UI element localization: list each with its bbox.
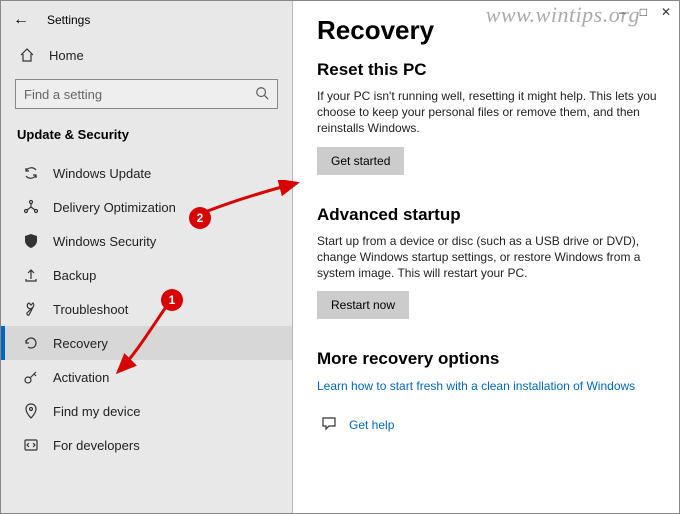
nav-label: Recovery <box>53 336 108 351</box>
reset-heading: Reset this PC <box>317 60 659 80</box>
nav-label: Windows Update <box>53 166 151 181</box>
advanced-body: Start up from a device or disc (such as … <box>317 233 659 282</box>
get-started-button[interactable]: Get started <box>317 147 404 175</box>
sidebar-item-troubleshoot[interactable]: Troubleshoot <box>1 292 292 326</box>
nav-label: Activation <box>53 370 109 385</box>
content-pane: – □ ✕ Recovery Reset this PC If your PC … <box>293 1 679 513</box>
nav-label: Windows Security <box>53 234 156 249</box>
sidebar-item-recovery[interactable]: Recovery <box>1 326 292 360</box>
titlebar: ← Settings <box>1 7 292 37</box>
window-controls: – □ ✕ <box>619 5 671 19</box>
sidebar-item-activation[interactable]: Activation <box>1 360 292 394</box>
sidebar-item-windows-update[interactable]: Windows Update <box>1 156 292 190</box>
home-label: Home <box>49 48 84 63</box>
get-help-label: Get help <box>349 418 394 432</box>
section-heading: Update & Security <box>1 123 292 156</box>
home-icon <box>19 47 35 63</box>
sidebar-item-for-developers[interactable]: For developers <box>1 428 292 462</box>
search-icon <box>255 86 269 103</box>
nav-label: Troubleshoot <box>53 302 128 317</box>
delivery-icon <box>23 199 39 215</box>
wrench-icon <box>23 301 39 317</box>
key-icon <box>23 369 39 385</box>
sync-icon <box>23 165 39 181</box>
back-arrow-icon[interactable]: ← <box>13 11 29 29</box>
sidebar-item-backup[interactable]: Backup <box>1 258 292 292</box>
sidebar: ← Settings Home Update & Security Window… <box>1 1 293 513</box>
app-title: Settings <box>47 13 90 27</box>
search-input[interactable] <box>24 87 255 102</box>
recovery-icon <box>23 335 39 351</box>
nav-label: Find my device <box>53 404 140 419</box>
nav-label: Delivery Optimization <box>53 200 176 215</box>
get-help-row[interactable]: Get help <box>317 415 659 434</box>
sidebar-item-find-my-device[interactable]: Find my device <box>1 394 292 428</box>
fresh-start-link[interactable]: Learn how to start fresh with a clean in… <box>317 379 635 393</box>
restart-now-button[interactable]: Restart now <box>317 291 409 319</box>
minimize-icon[interactable]: – <box>619 5 626 19</box>
sidebar-item-windows-security[interactable]: Windows Security <box>1 224 292 258</box>
close-icon[interactable]: ✕ <box>661 5 671 19</box>
maximize-icon[interactable]: □ <box>640 5 647 19</box>
advanced-heading: Advanced startup <box>317 205 659 225</box>
backup-icon <box>23 267 39 283</box>
page-title: Recovery <box>317 15 659 46</box>
location-icon <box>23 403 39 419</box>
nav-label: Backup <box>53 268 96 283</box>
chat-icon <box>321 415 337 434</box>
sidebar-item-home[interactable]: Home <box>1 37 292 75</box>
code-icon <box>23 437 39 453</box>
sidebar-item-delivery-optimization[interactable]: Delivery Optimization <box>1 190 292 224</box>
shield-icon <box>23 233 39 249</box>
nav-label: For developers <box>53 438 140 453</box>
search-input-container[interactable] <box>15 79 278 109</box>
more-heading: More recovery options <box>317 349 659 369</box>
reset-body: If your PC isn't running well, resetting… <box>317 88 659 137</box>
